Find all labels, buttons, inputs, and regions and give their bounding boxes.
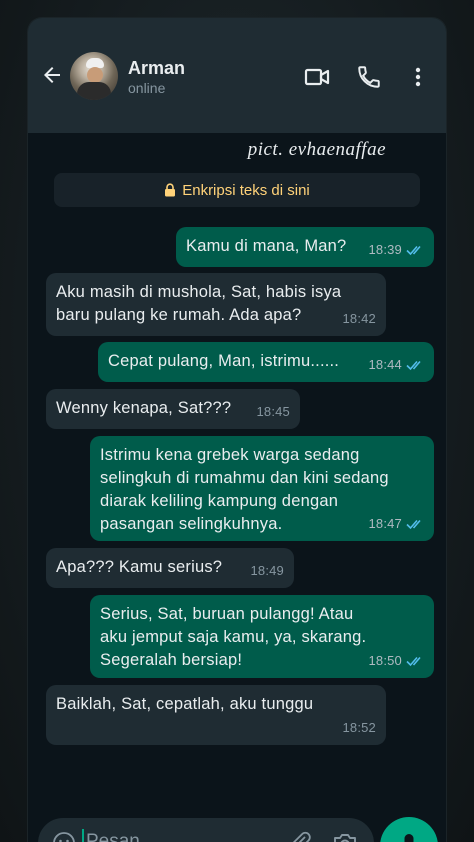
message-list[interactable]: pict. evhaenaffae Enkripsi teks di sini … [28,133,446,842]
message-input[interactable]: Pesan [82,829,140,842]
message-time: 18:49 [250,563,284,578]
message-meta: 18:44 [368,353,424,376]
avatar-face [87,67,103,83]
camera-icon[interactable] [332,831,358,842]
message-text: Aku masih di mushola, Sat, habis isya ba… [56,283,342,324]
message-composer[interactable]: Pesan [38,818,374,842]
avatar-body [77,82,111,100]
watermark-text: pict. evhaenaffae [247,139,386,160]
message-time: 18:47 [368,516,402,531]
video-call-icon[interactable] [304,64,330,90]
message-meta: 18:39 [368,238,424,261]
chat-screen: Arman online pict. evhaenaffae Enkripsi … [28,18,446,842]
read-ticks-icon [406,245,421,255]
contact-status: online [128,80,166,96]
message-meta: 18:52 [342,716,376,739]
mic-button[interactable] [380,817,438,842]
message-outgoing[interactable]: Cepat pulang, Man, istrimu...... 18:44 [98,342,434,382]
mic-icon [404,834,414,842]
read-ticks-icon [406,519,421,529]
background: Arman online pict. evhaenaffae Enkripsi … [0,0,474,842]
avatar[interactable] [70,52,118,100]
message-time: 18:50 [368,653,402,668]
chat-header: Arman online [28,18,446,133]
message-incoming[interactable]: Aku masih di mushola, Sat, habis isya ba… [46,273,386,336]
message-outgoing[interactable]: Kamu di mana, Man? 18:39 [176,227,434,267]
message-incoming[interactable]: Apa??? Kamu serius? 18:49 [46,548,294,588]
message-time: 18:52 [342,720,376,735]
message-time: 18:45 [256,404,290,419]
message-text: Baiklah, Sat, cepatlah, aku tunggu [56,695,314,713]
encryption-notice-label: Enkripsi teks di sini [182,181,310,199]
paperclip-icon[interactable] [288,831,312,842]
message-time: 18:42 [342,311,376,326]
message-meta: 18:42 [342,307,376,330]
arrow-left-icon[interactable] [40,63,64,87]
message-time: 18:39 [368,242,402,257]
message-meta: 18:49 [250,559,284,582]
message-meta: 18:50 [368,649,424,672]
phone-icon[interactable] [356,64,382,90]
contact-name[interactable]: Arman [128,58,185,79]
message-outgoing[interactable]: Serius, Sat, buruan pulangg! Atau aku je… [90,595,434,678]
message-text: Wenny kenapa, Sat??? [56,399,232,417]
message-meta: 18:47 [368,512,424,535]
emoji-icon[interactable] [52,831,76,842]
message-meta: 18:45 [256,400,290,423]
message-incoming[interactable]: Wenny kenapa, Sat??? 18:45 [46,389,300,429]
lock-icon [165,183,176,197]
message-incoming[interactable]: Baiklah, Sat, cepatlah, aku tunggu 18:52 [46,685,386,745]
message-time: 18:44 [368,357,402,372]
read-ticks-icon [406,656,421,666]
read-ticks-icon [406,360,421,370]
more-vertical-icon[interactable] [410,64,426,90]
encryption-notice[interactable]: Enkripsi teks di sini [54,173,420,207]
message-outgoing[interactable]: Istrimu kena grebek warga sedang selingk… [90,436,434,541]
